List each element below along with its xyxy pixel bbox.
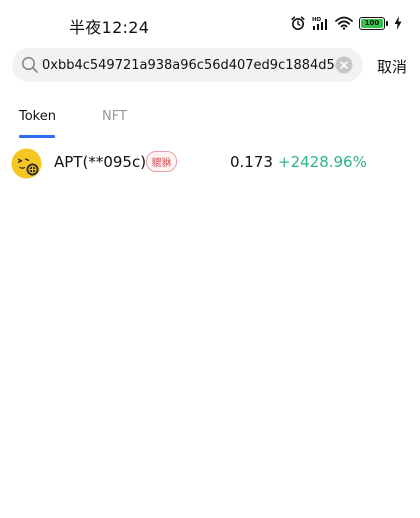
charging-icon bbox=[394, 16, 402, 30]
wifi-icon bbox=[335, 16, 353, 30]
token-list-item[interactable]: APT(**095c) 貔貅 0.173 +2428.96% bbox=[0, 143, 420, 183]
search-bar bbox=[12, 48, 363, 82]
battery-icon: 100 bbox=[359, 16, 388, 30]
battery-cap bbox=[386, 20, 388, 26]
token-name: APT(**095c) bbox=[54, 153, 147, 171]
search-icon[interactable] bbox=[21, 56, 39, 74]
battery-body: 100 bbox=[359, 16, 385, 30]
svg-text:HD: HD bbox=[312, 17, 322, 23]
risk-badge: 貔貅 bbox=[146, 151, 177, 172]
tab-nft[interactable]: NFT bbox=[102, 109, 127, 124]
token-price: 0.173 bbox=[230, 153, 273, 171]
signal-hd-icon: HD bbox=[312, 15, 329, 31]
active-tab-indicator bbox=[19, 135, 55, 138]
clear-icon[interactable] bbox=[335, 56, 353, 74]
tab-token[interactable]: Token bbox=[19, 109, 56, 124]
cancel-button[interactable]: 取消 bbox=[377, 56, 407, 77]
token-avatar bbox=[11, 148, 42, 179]
search-input[interactable] bbox=[42, 48, 338, 82]
status-time: 半夜12:24 bbox=[69, 18, 150, 37]
battery-level-text: 100 bbox=[364, 18, 380, 27]
status-bar: 半夜12:24 HD 100 bbox=[0, 0, 420, 46]
token-change: +2428.96% bbox=[278, 153, 367, 171]
battery-fill: 100 bbox=[361, 18, 383, 28]
tab-bar: Token NFT bbox=[0, 100, 420, 140]
alarm-icon bbox=[290, 15, 306, 31]
status-icons: HD 100 bbox=[290, 14, 402, 32]
